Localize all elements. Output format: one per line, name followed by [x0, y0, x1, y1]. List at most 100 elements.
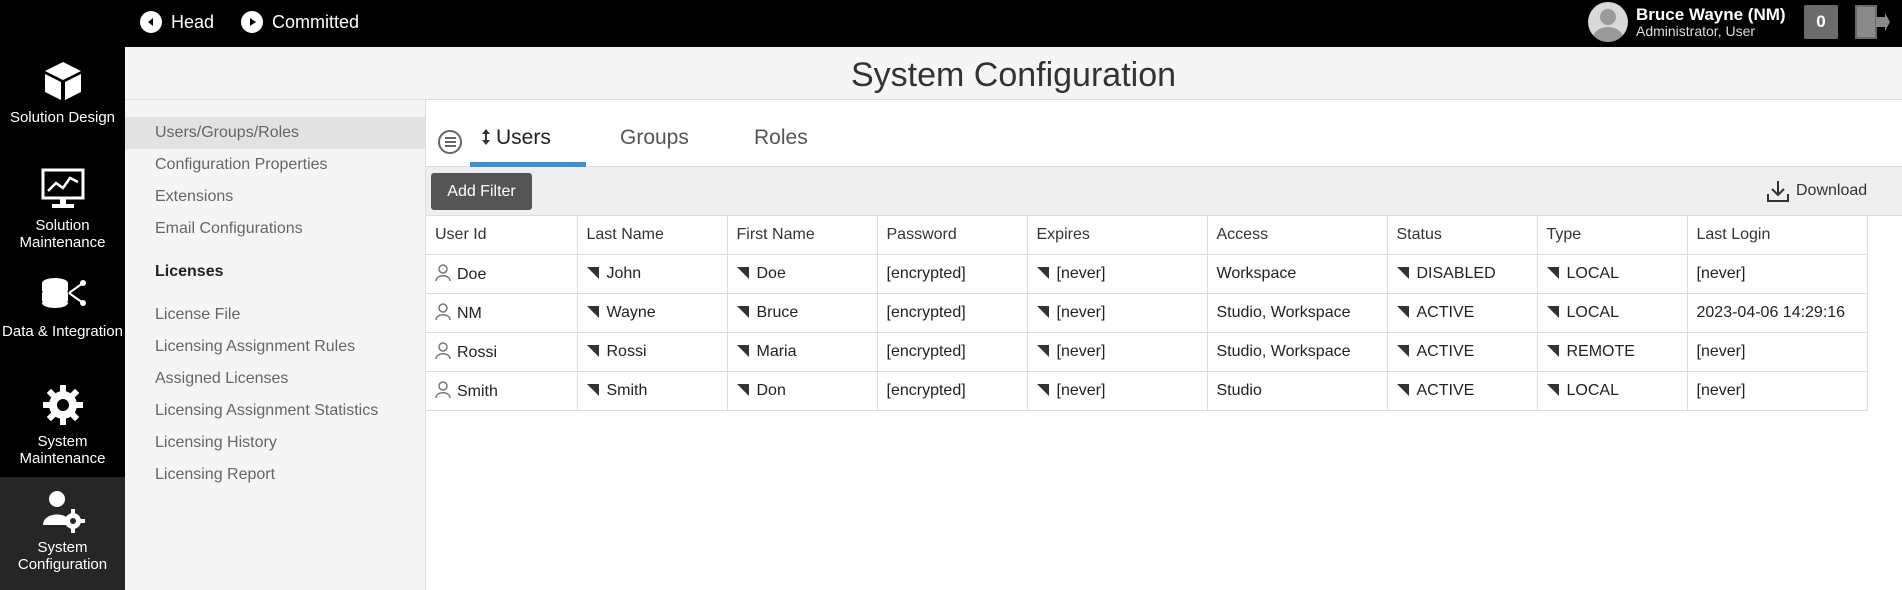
- table-header-row: User Id Last Name First Name Password Ex…: [426, 216, 1868, 255]
- column-header[interactable]: Last Login: [1687, 216, 1868, 255]
- nav-solution-maintenance[interactable]: Solution Maintenance: [0, 167, 125, 263]
- table-cell[interactable]: [never]: [1027, 332, 1208, 372]
- cell-value: [never]: [1056, 342, 1106, 360]
- table-cell[interactable]: LOCAL: [1537, 371, 1688, 411]
- table-cell[interactable]: Workspace: [1207, 254, 1388, 294]
- cell-value: [never]: [1056, 381, 1106, 399]
- cell-value: LOCAL: [1566, 303, 1619, 321]
- subnav-item-extensions[interactable]: Extensions: [125, 181, 425, 213]
- column-header[interactable]: Type: [1537, 216, 1688, 255]
- table-cell[interactable]: Smith: [577, 371, 728, 411]
- download-button[interactable]: Download: [1766, 179, 1867, 203]
- table-row[interactable]: Doe John Doe [encrypted] [never] Workspace DIS…: [426, 254, 1868, 294]
- table-cell[interactable]: Studio: [1207, 371, 1388, 411]
- tab-roles[interactable]: Roles: [754, 126, 808, 150]
- table-cell[interactable]: ACTIVE: [1387, 332, 1538, 372]
- table-cell[interactable]: DISABLED: [1387, 254, 1538, 294]
- nav-system-maintenance[interactable]: System Maintenance: [0, 383, 125, 479]
- table-cell[interactable]: [never]: [1687, 332, 1868, 372]
- edit-marker-icon: [736, 305, 749, 318]
- user-icon: [435, 302, 451, 320]
- cell-value: REMOTE: [1566, 342, 1635, 360]
- table-cell[interactable]: Doe: [426, 254, 578, 294]
- cell-value: [encrypted]: [886, 342, 966, 360]
- cell-value: LOCAL: [1566, 264, 1619, 282]
- table-cell[interactable]: Studio, Workspace: [1207, 332, 1388, 372]
- left-nav: Solution Design Solution Maintenance Dat…: [0, 47, 125, 590]
- table-cell[interactable]: [never]: [1687, 254, 1868, 294]
- subnav-item-users-groups-roles[interactable]: Users/Groups/Roles: [125, 117, 425, 149]
- table-cell[interactable]: Don: [727, 371, 878, 411]
- nav-label: Data & Integration: [2, 323, 123, 340]
- table-row[interactable]: Smith Smith Don [encrypted] [never] Studio ACT…: [426, 371, 1868, 411]
- table-cell[interactable]: LOCAL: [1537, 254, 1688, 294]
- user-menu[interactable]: Bruce Wayne (NM) Administrator, User: [1588, 2, 1786, 42]
- table-cell[interactable]: [encrypted]: [877, 254, 1028, 294]
- subnav-item-licensing-assignment-statistics[interactable]: Licensing Assignment Statistics: [125, 395, 425, 427]
- user-gear-icon: [42, 491, 85, 533]
- cell-value: [encrypted]: [886, 381, 966, 399]
- add-filter-button[interactable]: Add Filter: [431, 173, 532, 210]
- table-cell[interactable]: ACTIVE: [1387, 371, 1538, 411]
- nav-solution-design[interactable]: Solution Design: [0, 59, 125, 155]
- column-header[interactable]: Access: [1207, 216, 1388, 255]
- column-header[interactable]: Password: [877, 216, 1028, 255]
- table-cell[interactable]: [never]: [1027, 371, 1208, 411]
- table-cell[interactable]: Studio, Workspace: [1207, 293, 1388, 333]
- table-cell[interactable]: [encrypted]: [877, 293, 1028, 333]
- cell-value: John: [606, 264, 642, 282]
- subnav-item-configuration-properties[interactable]: Configuration Properties: [125, 149, 425, 181]
- column-header[interactable]: First Name: [727, 216, 878, 255]
- table-cell[interactable]: Wayne: [577, 293, 728, 333]
- table-cell[interactable]: [encrypted]: [877, 371, 1028, 411]
- cell-value: Maria: [756, 342, 797, 360]
- table-cell[interactable]: Doe: [727, 254, 878, 294]
- table-cell[interactable]: ACTIVE: [1387, 293, 1538, 333]
- cell-value: [never]: [1696, 264, 1746, 282]
- subnav-item-license-file[interactable]: License File: [125, 299, 425, 331]
- notification-badge[interactable]: 0: [1804, 5, 1838, 39]
- logout-icon[interactable]: [1852, 3, 1890, 41]
- column-header[interactable]: Status: [1387, 216, 1538, 255]
- commit-state[interactable]: Committed: [241, 11, 359, 33]
- subnav-item-assigned-licenses[interactable]: Assigned Licenses: [125, 363, 425, 395]
- cell-value: Rossi: [457, 343, 498, 361]
- sort-icon: [482, 129, 490, 145]
- table-cell[interactable]: Maria: [727, 332, 878, 372]
- tab-groups[interactable]: Groups: [620, 126, 689, 150]
- nav-system-configuration[interactable]: System Configuration: [0, 477, 125, 590]
- hamburger-menu-icon[interactable]: [438, 130, 462, 154]
- table-cell[interactable]: John: [577, 254, 728, 294]
- table-row[interactable]: NM Wayne Bruce [encrypted] [never] Studio, Wo…: [426, 293, 1868, 333]
- cell-value: Wayne: [606, 303, 656, 321]
- table-cell[interactable]: 2023-04-06 14:29:16: [1687, 293, 1868, 333]
- tab-users[interactable]: Users: [480, 126, 551, 150]
- subnav-item-email-configurations[interactable]: Email Configurations: [125, 213, 425, 245]
- table-row[interactable]: Rossi Rossi Maria [encrypted] [never] Studio,…: [426, 332, 1868, 372]
- table-cell[interactable]: REMOTE: [1537, 332, 1688, 372]
- subnav-item-licensing-assignment-rules[interactable]: Licensing Assignment Rules: [125, 331, 425, 363]
- table-cell[interactable]: Rossi: [426, 332, 578, 372]
- column-header[interactable]: Last Name: [577, 216, 728, 255]
- nav-data-integration[interactable]: Data & Integration: [0, 275, 125, 371]
- nav-label: Solution Maintenance: [19, 217, 106, 252]
- table-cell[interactable]: [never]: [1687, 371, 1868, 411]
- cell-value: Don: [756, 381, 786, 399]
- table-cell[interactable]: NM: [426, 293, 578, 333]
- column-header[interactable]: Expires: [1027, 216, 1208, 255]
- subnav-item-licensing-history[interactable]: Licensing History: [125, 427, 425, 459]
- table-cell[interactable]: [never]: [1027, 254, 1208, 294]
- edit-marker-icon: [586, 266, 599, 279]
- table-cell[interactable]: Bruce: [727, 293, 878, 333]
- branch-selector[interactable]: Head: [140, 11, 214, 33]
- table-cell[interactable]: Smith: [426, 371, 578, 411]
- edit-marker-icon: [1396, 344, 1409, 357]
- column-header[interactable]: User Id: [426, 216, 578, 255]
- cell-value: DISABLED: [1416, 264, 1496, 282]
- edit-marker-icon: [1036, 305, 1049, 318]
- subnav-item-licensing-report[interactable]: Licensing Report: [125, 459, 425, 491]
- table-cell[interactable]: Rossi: [577, 332, 728, 372]
- table-cell[interactable]: [encrypted]: [877, 332, 1028, 372]
- table-cell[interactable]: [never]: [1027, 293, 1208, 333]
- table-cell[interactable]: LOCAL: [1537, 293, 1688, 333]
